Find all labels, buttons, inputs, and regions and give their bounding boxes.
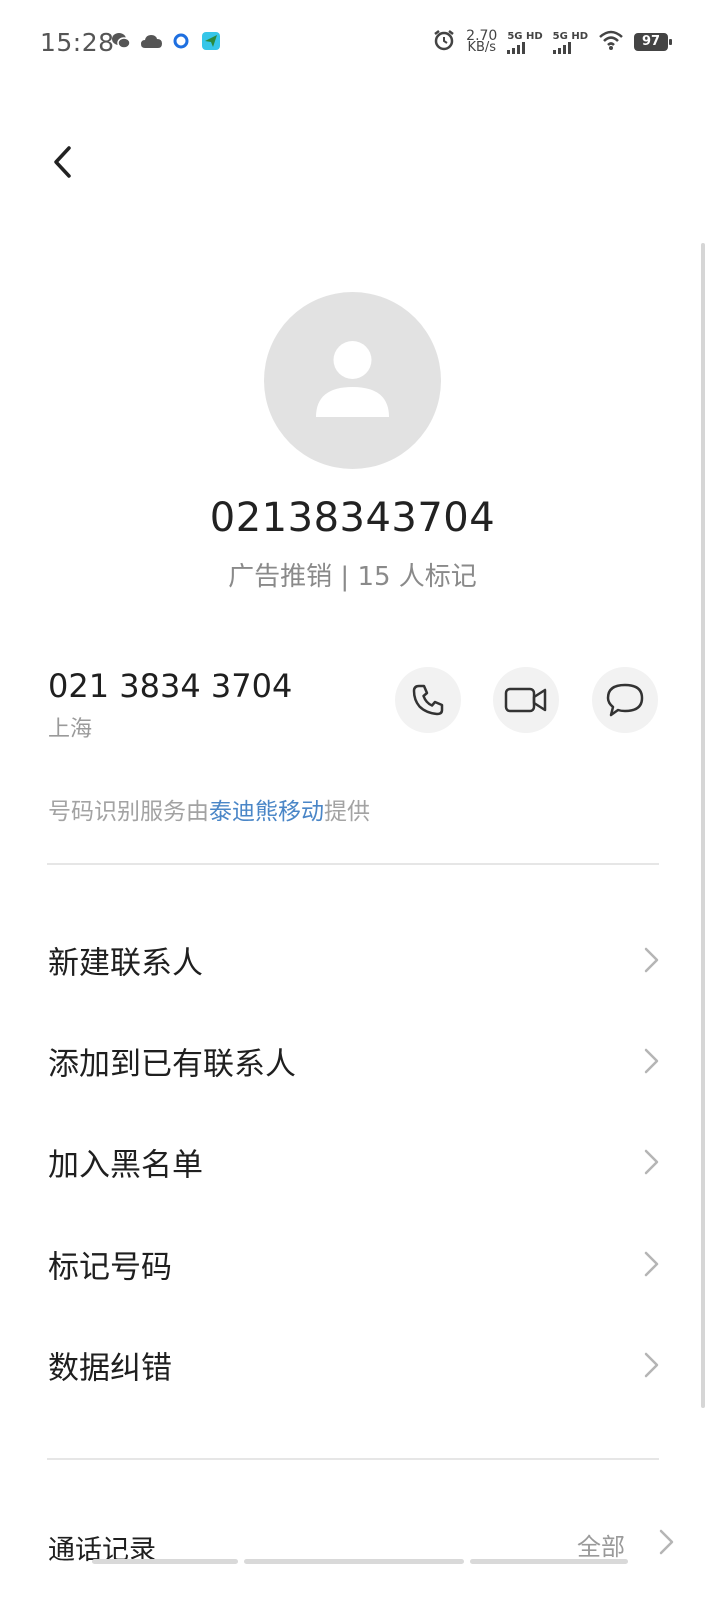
back-button[interactable] [40,140,84,184]
provider-notice: 号码识别服务由泰迪熊移动提供 [48,799,370,825]
notification-icons [110,30,222,52]
cloud-icon [140,30,162,52]
battery-icon: 97 [634,33,672,51]
alarm-icon [432,28,456,56]
menu-item-block[interactable]: 加入黑名单 [0,1112,705,1212]
divider [47,1458,659,1460]
message-icon [606,683,644,717]
signal-icon: 5G HD [507,31,543,54]
chevron-right-icon [644,1251,659,1277]
status-right-icons: 2.70 KB/s 5G HD 5G HD 97 [432,28,672,56]
call-log-filter[interactable]: 全部 [577,1527,625,1562]
provider-link[interactable]: 泰迪熊移动 [209,799,324,825]
spam-tag: 广告推销 | 15 人标记 [228,562,477,592]
contact-detail-screen: 15:28 2.70 KB/s 5G HD 5G HD 97 021383437… [0,0,720,1600]
bottom-indicator [92,1559,628,1564]
chevron-right-icon [644,1149,659,1175]
wifi-icon [598,29,624,55]
chevron-right-icon [644,1048,659,1074]
menu-item-label: 加入黑名单 [48,1147,203,1184]
chevron-right-icon [644,1352,659,1378]
menu-item-label: 数据纠错 [48,1350,172,1387]
signal-icon: 5G HD [552,31,588,54]
send-app-icon [200,30,222,52]
menu-item-add-to-existing[interactable]: 添加到已有联系人 [0,1011,705,1111]
page-title: 02138343704 [209,495,496,541]
chevron-left-icon [54,146,71,178]
chevron-right-icon[interactable] [656,1528,676,1556]
menu-item-label: 添加到已有联系人 [48,1046,296,1083]
menu-item-new-contact[interactable]: 新建联系人 [0,910,705,1010]
menu-item-data-correction[interactable]: 数据纠错 [0,1315,705,1415]
video-call-button[interactable] [493,667,559,733]
number-location: 上海 [48,717,93,742]
chevron-right-icon [644,947,659,973]
status-bar: 15:28 2.70 KB/s 5G HD 5G HD 97 [0,0,720,88]
avatar [264,292,441,469]
status-time: 15:28 [40,28,115,57]
circle-app-icon [170,30,192,52]
menu-item-label: 新建联系人 [48,945,203,982]
wechat-icon [110,30,132,52]
message-button[interactable] [592,667,658,733]
menu-item-label: 标记号码 [48,1249,172,1286]
phone-icon [412,684,444,716]
divider [47,863,659,865]
video-icon [504,687,547,713]
menu-item-mark-number[interactable]: 标记号码 [0,1214,705,1314]
phone-number[interactable]: 021 3834 3704 [48,667,292,705]
network-speed: 2.70 KB/s [466,28,498,55]
person-icon [316,341,389,417]
call-button[interactable] [395,667,461,733]
